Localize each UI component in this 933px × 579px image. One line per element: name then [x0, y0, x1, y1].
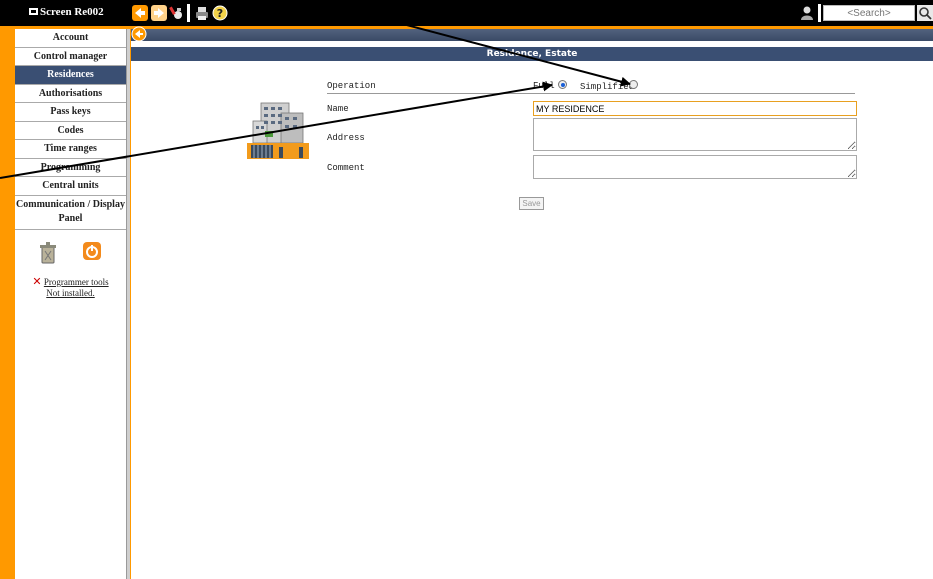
operation-simplified-radio[interactable] — [629, 80, 638, 89]
svg-text:?: ? — [217, 7, 223, 20]
address-label: Address — [327, 133, 365, 143]
sidebar-splitter[interactable] — [126, 29, 130, 579]
operation-full-radio[interactable] — [558, 80, 567, 89]
sidebar-item-control-manager[interactable]: Control manager — [15, 48, 126, 66]
trash-icon[interactable] — [39, 241, 57, 264]
user-icon[interactable] — [799, 5, 815, 21]
sidebar-item-time-ranges[interactable]: Time ranges — [15, 140, 126, 159]
comment-label: Comment — [327, 163, 365, 173]
save-button[interactable]: Save — [519, 197, 544, 210]
sidebar-item-residences[interactable]: Residences — [15, 66, 126, 85]
print-icon[interactable] — [194, 5, 210, 21]
sidebar-item-programming[interactable]: Programming — [15, 159, 126, 177]
toolbar-separator — [187, 4, 190, 22]
close-icon: ✕ — [32, 274, 42, 288]
search-icon[interactable] — [917, 5, 933, 21]
screen-title: Screen Re002 — [40, 6, 104, 18]
operation-option-simplified-label: Simplified — [580, 82, 635, 92]
back-arrow-icon[interactable] — [131, 26, 147, 42]
sidebar-item-communication-display-panel[interactable]: Communication / Display Panel — [15, 196, 126, 230]
name-field[interactable] — [533, 101, 857, 116]
back-arrow-icon[interactable] — [132, 5, 148, 21]
address-field[interactable] — [533, 118, 857, 151]
programmer-tools-status: ✕ Programmer tools Not installed. — [15, 276, 126, 299]
operation-option-full-label: Full — [533, 81, 555, 91]
operation-label: Operation — [327, 81, 376, 91]
toolbar-separator — [818, 4, 821, 22]
programmer-tools-note: Not installed. — [46, 287, 95, 298]
search-input[interactable] — [823, 5, 915, 21]
tools-icon[interactable] — [168, 5, 184, 21]
breadcrumb — [131, 29, 933, 41]
comment-field[interactable] — [533, 155, 857, 179]
name-label: Name — [327, 104, 349, 114]
sidebar-item-pass-keys[interactable]: Pass keys — [15, 103, 126, 122]
power-icon[interactable] — [83, 241, 101, 260]
sidebar-item-codes[interactable]: Codes — [15, 122, 126, 140]
help-icon[interactable]: ? — [212, 5, 228, 21]
programmer-tools-link[interactable]: Programmer tools — [44, 277, 109, 287]
forward-arrow-icon[interactable] — [151, 5, 167, 21]
residence-building-icon — [247, 102, 309, 159]
sidebar-item-central-units[interactable]: Central units — [15, 177, 126, 196]
sidebar-item-authorisations[interactable]: Authorisations — [15, 85, 126, 103]
sidebar-tools — [15, 230, 126, 270]
page-title: Residence, Estate — [131, 47, 933, 61]
top-bar: Screen Re002 ? — [0, 0, 933, 26]
sidebar-item-account[interactable]: Account — [15, 29, 126, 48]
main-panel: Residence, Estate Operation Full Simplif… — [131, 26, 933, 579]
monitor-icon — [29, 8, 38, 15]
divider — [327, 93, 855, 94]
sidebar: Account Control manager Residences Autho… — [15, 29, 126, 579]
